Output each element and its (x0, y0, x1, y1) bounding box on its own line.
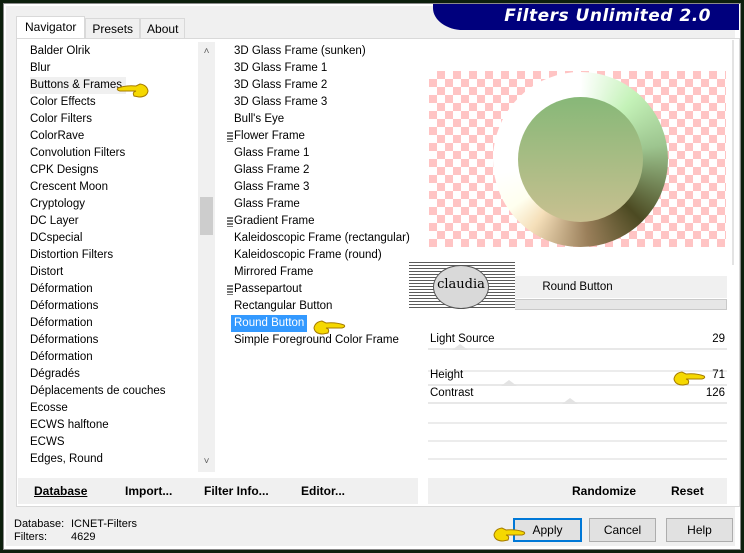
filter-item[interactable]: Glass Frame (234, 196, 300, 213)
category-item[interactable]: ECWS halftone (30, 417, 109, 434)
watermark-text: claudia (433, 265, 489, 309)
category-item[interactable]: Dégradés (30, 366, 80, 383)
filter-list[interactable]: 3D Glass Frame (sunken) 3D Glass Frame 13… (225, 40, 420, 470)
watermark-logo: claudia (409, 262, 515, 310)
category-item[interactable]: Color Filters (30, 111, 92, 128)
reset-button[interactable]: Reset (671, 478, 704, 504)
right-button-bar: Randomize Reset (428, 478, 727, 504)
slider-empty (428, 440, 727, 442)
preset-marker-icon (227, 132, 233, 142)
category-item[interactable]: DC Layer (30, 213, 79, 230)
filter-item[interactable]: Rectangular Button (234, 298, 332, 315)
editor-button[interactable]: Editor... (301, 478, 345, 504)
filter-item[interactable]: Glass Frame 3 (234, 179, 309, 196)
param-value: 126 (705, 387, 725, 399)
slider-thumb[interactable] (451, 344, 468, 350)
category-item[interactable]: Edges, Round (30, 451, 103, 468)
category-scrollbar[interactable]: ˄ ˅ (198, 42, 215, 472)
category-item[interactable]: ECWS (30, 434, 65, 451)
filter-item[interactable]: Flower Frame (234, 128, 305, 145)
category-item[interactable]: Déplacements de couches (30, 383, 166, 400)
filter-item[interactable]: Glass Frame 1 (234, 145, 309, 162)
category-item[interactable]: Déformation (30, 281, 93, 298)
category-item[interactable]: Distortion Filters (30, 247, 113, 264)
tab-about[interactable]: About (140, 18, 186, 39)
pointing-hand-icon (313, 320, 346, 335)
category-item[interactable]: Cryptology (30, 196, 85, 213)
category-item[interactable]: ColorRave (30, 128, 84, 145)
scrollbar-thumb[interactable] (200, 197, 213, 235)
filter-item[interactable]: Glass Frame 2 (234, 162, 309, 179)
banner-title: Filters Unlimited 2.0 (504, 6, 711, 26)
scroll-up-icon[interactable]: ˄ (198, 44, 215, 60)
param-value: 71 (712, 369, 725, 381)
preset-marker-icon (227, 217, 233, 227)
category-item[interactable]: Ecosse (30, 400, 68, 417)
category-item[interactable]: Déformation (30, 349, 93, 366)
category-item[interactable]: Déformations (30, 298, 98, 315)
title-banner: Filters Unlimited 2.0 (433, 4, 739, 30)
filter-item[interactable]: Mirrored Frame (234, 264, 313, 281)
filter-item[interactable]: Round Button (231, 315, 308, 332)
category-item[interactable]: Blur (30, 60, 50, 77)
pointing-hand-icon (493, 527, 526, 542)
filter-item[interactable]: Bull's Eye (234, 111, 284, 128)
category-item[interactable]: Buttons & Frames (30, 77, 127, 94)
randomize-button[interactable]: Randomize (572, 478, 636, 504)
pointing-hand-icon (116, 83, 149, 98)
filter-item[interactable]: 3D Glass Frame 2 (234, 77, 327, 94)
round-button-face (518, 97, 643, 222)
category-item[interactable]: Déformations (30, 332, 98, 349)
round-button-preview (493, 72, 668, 247)
status-info: Database: ICNET-Filters Filters: 4629 (14, 518, 137, 544)
category-item[interactable]: CPK Designs (30, 162, 98, 179)
database-value: ICNET-Filters (71, 518, 137, 530)
database-label: Database: (14, 518, 65, 530)
filter-item[interactable]: Kaleidoscopic Frame (rectangular) (234, 230, 410, 247)
param-label: Height (430, 369, 464, 381)
filters-label: Filters: (14, 531, 47, 543)
filter-item[interactable]: Passepartout (234, 281, 302, 298)
filter-item[interactable]: 3D Glass Frame 3 (234, 94, 327, 111)
filter-item[interactable]: Kaleidoscopic Frame (round) (234, 247, 382, 264)
tab-presets[interactable]: Presets (85, 18, 141, 39)
category-item[interactable]: Balder Olrik (30, 43, 90, 60)
filters-count: 4629 (71, 531, 96, 543)
tab-bar: Navigator Presets About (16, 16, 186, 39)
category-item[interactable]: Color Effects (30, 94, 96, 111)
filter-item[interactable]: 3D Glass Frame 1 (234, 60, 327, 77)
preview-area (422, 40, 734, 265)
import-button[interactable]: Import... (125, 478, 172, 504)
category-item[interactable]: Distort (30, 264, 63, 281)
left-button-bar: Database Import... Filter Info... Editor… (18, 478, 418, 504)
scroll-down-icon[interactable]: ˅ (198, 454, 215, 470)
slider-contrast[interactable]: Contrast 126 (428, 385, 727, 404)
slider-thumb[interactable] (562, 398, 579, 404)
category-item[interactable]: DCspecial (30, 230, 82, 247)
tab-navigator[interactable]: Navigator (16, 16, 86, 39)
preset-marker-icon (227, 285, 233, 295)
database-button[interactable]: Database (34, 478, 87, 504)
category-list[interactable]: Balder Olrik Blur Buttons & Frames Color Ef… (20, 40, 200, 470)
parameter-sliders: Light Source 29 Height 71 Contrast 126 (428, 328, 727, 468)
slider-light-source[interactable]: Light Source 29 (428, 331, 727, 350)
slider-empty (428, 458, 727, 460)
category-item[interactable]: Crescent Moon (30, 179, 108, 196)
cancel-button[interactable]: Cancel (589, 518, 656, 542)
param-label: Contrast (430, 387, 474, 399)
slider-empty (428, 422, 727, 424)
filter-item[interactable]: Gradient Frame (234, 213, 315, 230)
help-button[interactable]: Help (666, 518, 733, 542)
pointing-hand-icon (673, 371, 706, 386)
category-item[interactable]: Convolution Filters (30, 145, 125, 162)
filter-item[interactable]: 3D Glass Frame (sunken) (234, 43, 366, 60)
filter-info-button[interactable]: Filter Info... (204, 478, 269, 504)
param-value: 29 (712, 333, 725, 345)
category-item[interactable]: Déformation (30, 315, 93, 332)
